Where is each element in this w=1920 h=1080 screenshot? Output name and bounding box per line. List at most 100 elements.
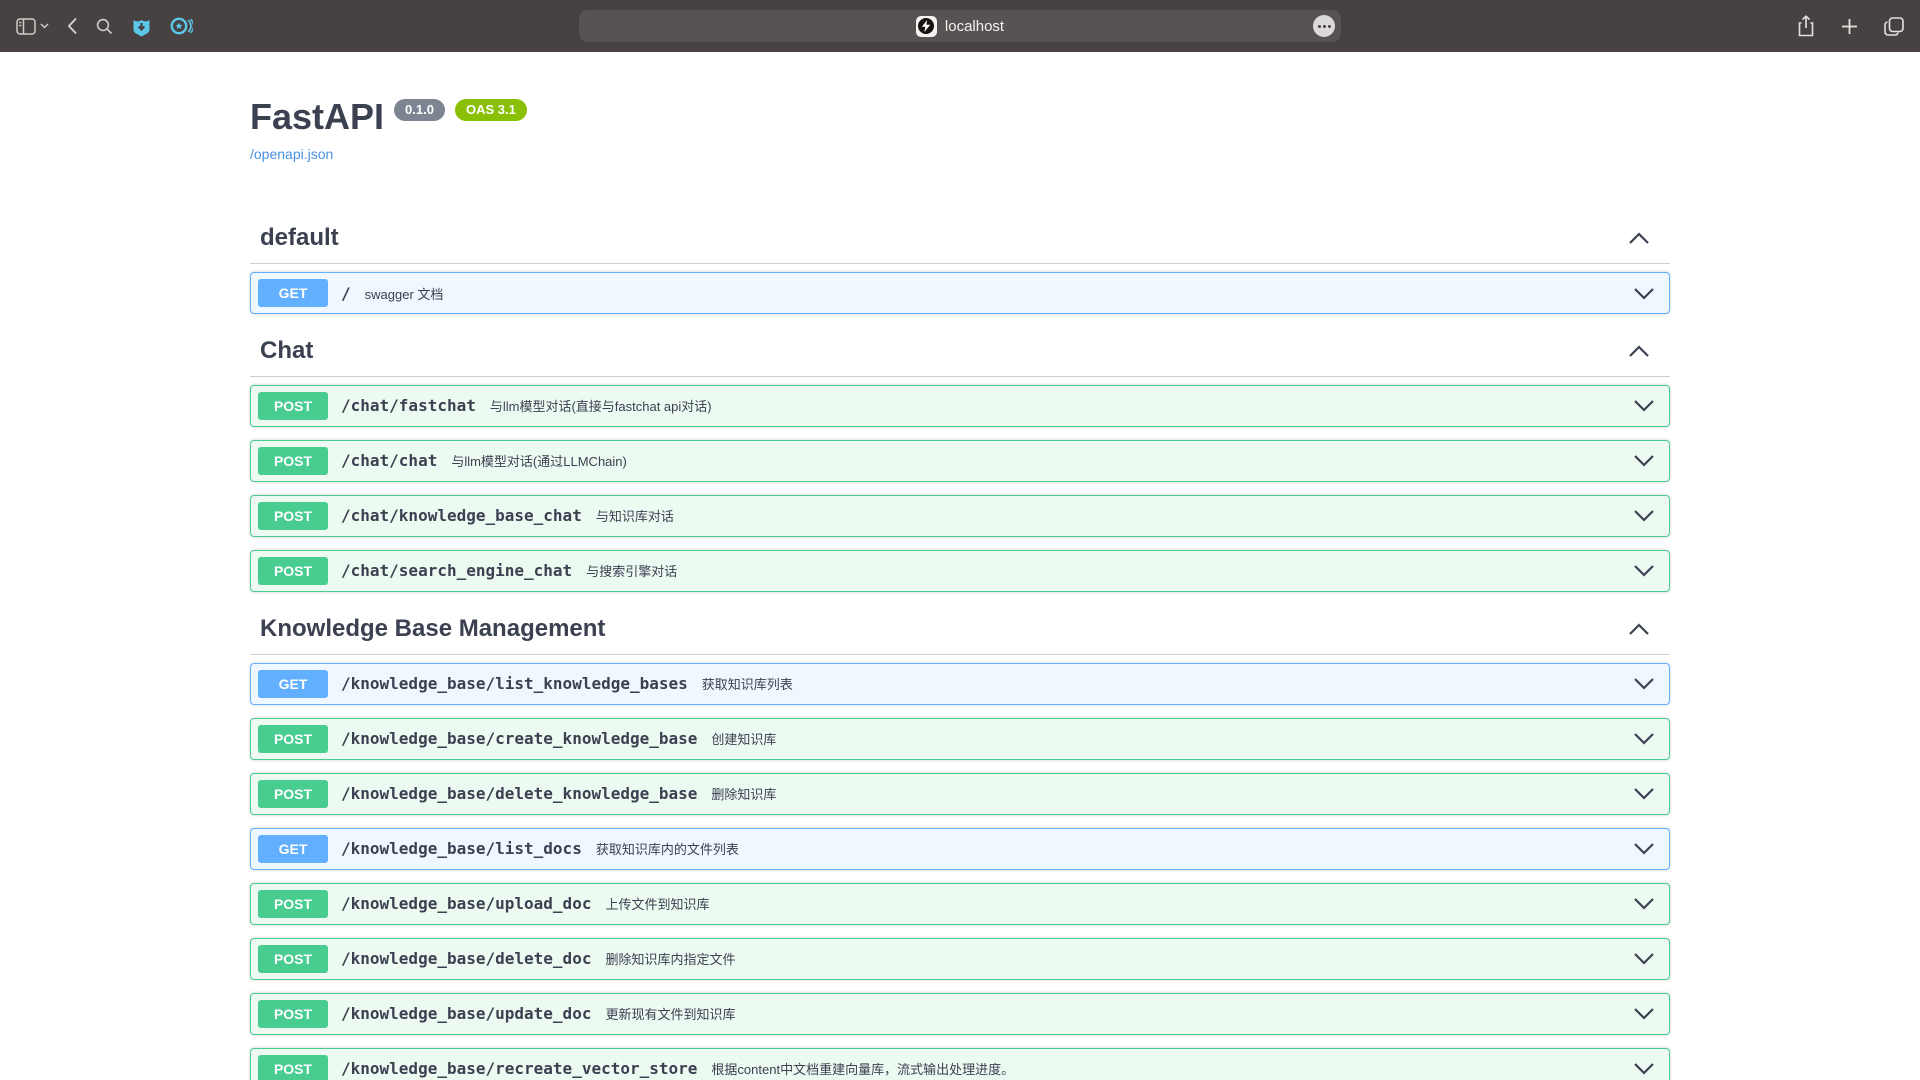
endpoint-row[interactable]: POST /knowledge_base/upload_doc 上传文件到知识库 (250, 883, 1670, 925)
endpoint-path: /chat/search_engine_chat (341, 561, 572, 580)
endpoint-path: /knowledge_base/delete_doc (341, 949, 591, 968)
tabs-overview-icon (1884, 17, 1904, 36)
swagger-page: FastAPI 0.1.0 OAS 3.1 /openapi.json defa… (0, 52, 1920, 1080)
back-button[interactable] (67, 17, 78, 35)
endpoint-row[interactable]: POST /chat/search_engine_chat 与搜索引擎对话 (250, 550, 1670, 592)
plus-icon (1841, 18, 1858, 35)
endpoint-row[interactable]: POST /chat/chat 与llm模型对话(通过LLMChain) (250, 440, 1670, 482)
chevron-down-icon[interactable] (1633, 509, 1655, 522)
endpoint-row[interactable]: POST /knowledge_base/delete_doc 删除知识库内指定… (250, 938, 1670, 980)
search-icon (96, 18, 113, 35)
chevron-down-icon[interactable] (1633, 897, 1655, 910)
endpoint-row[interactable]: POST /knowledge_base/recreate_vector_sto… (250, 1048, 1670, 1080)
api-tag-section: Knowledge Base Management GET /knowledge… (250, 605, 1670, 1080)
address-url: localhost (945, 18, 1004, 35)
chevron-up-icon[interactable] (1628, 345, 1650, 358)
endpoint-description: 获取知识库内的文件列表 (596, 839, 739, 858)
section-header[interactable]: Chat (250, 327, 1670, 377)
section-header[interactable]: default (250, 214, 1670, 264)
chevron-down-icon[interactable] (1633, 952, 1655, 965)
extension-button[interactable] (170, 16, 193, 36)
endpoint-description: 删除知识库 (711, 784, 776, 803)
chevron-down-icon[interactable] (1633, 787, 1655, 800)
endpoint-path: /knowledge_base/recreate_vector_store (341, 1059, 697, 1078)
section-title: Knowledge Base Management (260, 615, 605, 644)
endpoint-row[interactable]: POST /knowledge_base/update_doc 更新现有文件到知… (250, 993, 1670, 1035)
endpoint-path: /chat/chat (341, 451, 437, 470)
chevron-down-icon[interactable] (1633, 454, 1655, 467)
chevron-down-icon[interactable] (1633, 677, 1655, 690)
chevron-down-icon (40, 23, 49, 29)
api-tag-section: Chat POST /chat/fastchat 与llm模型对话(直接与fas… (250, 327, 1670, 592)
tab-overview-button[interactable] (1884, 17, 1904, 36)
endpoint-path: /knowledge_base/upload_doc (341, 894, 591, 913)
endpoint-description: 与搜索引擎对话 (586, 561, 677, 580)
method-badge: POST (258, 945, 328, 973)
new-tab-button[interactable] (1841, 18, 1858, 35)
back-chevron-icon (67, 17, 78, 35)
page-title: FastAPI 0.1.0 OAS 3.1 (250, 96, 1670, 137)
chevron-down-icon[interactable] (1633, 399, 1655, 412)
shield-download-icon (131, 16, 152, 37)
method-badge: POST (258, 392, 328, 420)
endpoint-description: 与知识库对话 (596, 506, 674, 525)
endpoint-row[interactable]: POST /chat/fastchat 与llm模型对话(直接与fastchat… (250, 385, 1670, 427)
api-tag-section: default GET / swagger 文档 (250, 214, 1670, 314)
endpoint-path: /knowledge_base/delete_knowledge_base (341, 784, 697, 803)
endpoint-path: /knowledge_base/update_doc (341, 1004, 591, 1023)
endpoint-path: /knowledge_base/create_knowledge_base (341, 729, 697, 748)
endpoint-row[interactable]: GET / swagger 文档 (250, 272, 1670, 314)
chevron-down-icon[interactable] (1633, 842, 1655, 855)
method-badge: POST (258, 557, 328, 585)
share-button[interactable] (1797, 15, 1815, 37)
endpoint-row[interactable]: GET /knowledge_base/list_docs 获取知识库内的文件列… (250, 828, 1670, 870)
endpoint-path: /knowledge_base/list_docs (341, 839, 582, 858)
sidebar-toggle-button[interactable] (16, 18, 36, 35)
section-operations: POST /chat/fastchat 与llm模型对话(直接与fastchat… (250, 377, 1670, 592)
browser-toolbar: localhost (0, 0, 1920, 52)
endpoint-path: /chat/knowledge_base_chat (341, 506, 582, 525)
api-sections: default GET / swagger 文档 Chat (250, 214, 1670, 1080)
openapi-spec-link[interactable]: /openapi.json (250, 146, 333, 162)
chevron-down-icon[interactable] (1633, 564, 1655, 577)
section-operations: GET / swagger 文档 (250, 264, 1670, 314)
endpoint-row[interactable]: POST /knowledge_base/create_knowledge_ba… (250, 718, 1670, 760)
endpoint-row[interactable]: POST /chat/knowledge_base_chat 与知识库对话 (250, 495, 1670, 537)
chevron-up-icon[interactable] (1628, 623, 1650, 636)
method-badge: POST (258, 890, 328, 918)
endpoint-path: /chat/fastchat (341, 396, 476, 415)
search-button[interactable] (96, 18, 113, 35)
address-bar[interactable]: localhost (579, 10, 1341, 42)
endpoint-row[interactable]: GET /knowledge_base/list_knowledge_bases… (250, 663, 1670, 705)
chevron-down-icon[interactable] (1633, 287, 1655, 300)
section-header[interactable]: Knowledge Base Management (250, 605, 1670, 655)
endpoint-row[interactable]: POST /knowledge_base/delete_knowledge_ba… (250, 773, 1670, 815)
endpoint-description: 创建知识库 (711, 729, 776, 748)
version-badge: 0.1.0 (394, 99, 445, 121)
method-badge: GET (258, 279, 328, 307)
method-badge: POST (258, 502, 328, 530)
chevron-down-icon[interactable] (1633, 1062, 1655, 1075)
sidebar-menu-button[interactable] (40, 23, 49, 29)
endpoint-description: 与llm模型对话(通过LLMChain) (451, 451, 627, 470)
share-icon (1797, 15, 1815, 37)
endpoint-description: 与llm模型对话(直接与fastchat api对话) (490, 396, 712, 415)
content-blocker-button[interactable] (131, 16, 152, 37)
chevron-up-icon[interactable] (1628, 232, 1650, 245)
endpoint-description: swagger 文档 (365, 284, 444, 303)
method-badge: POST (258, 447, 328, 475)
site-favicon (916, 16, 937, 37)
section-operations: GET /knowledge_base/list_knowledge_bases… (250, 655, 1670, 1080)
concentric-circles-star-icon (170, 16, 193, 36)
chevron-down-icon[interactable] (1633, 732, 1655, 745)
endpoint-description: 删除知识库内指定文件 (605, 949, 735, 968)
method-badge: GET (258, 835, 328, 863)
page-settings-button[interactable] (1313, 15, 1335, 37)
method-badge: POST (258, 1055, 328, 1080)
chevron-down-icon[interactable] (1633, 1007, 1655, 1020)
endpoint-description: 更新现有文件到知识库 (605, 1004, 735, 1023)
section-title: default (260, 224, 339, 253)
method-badge: POST (258, 1000, 328, 1028)
method-badge: POST (258, 725, 328, 753)
endpoint-description: 获取知识库列表 (702, 674, 793, 693)
